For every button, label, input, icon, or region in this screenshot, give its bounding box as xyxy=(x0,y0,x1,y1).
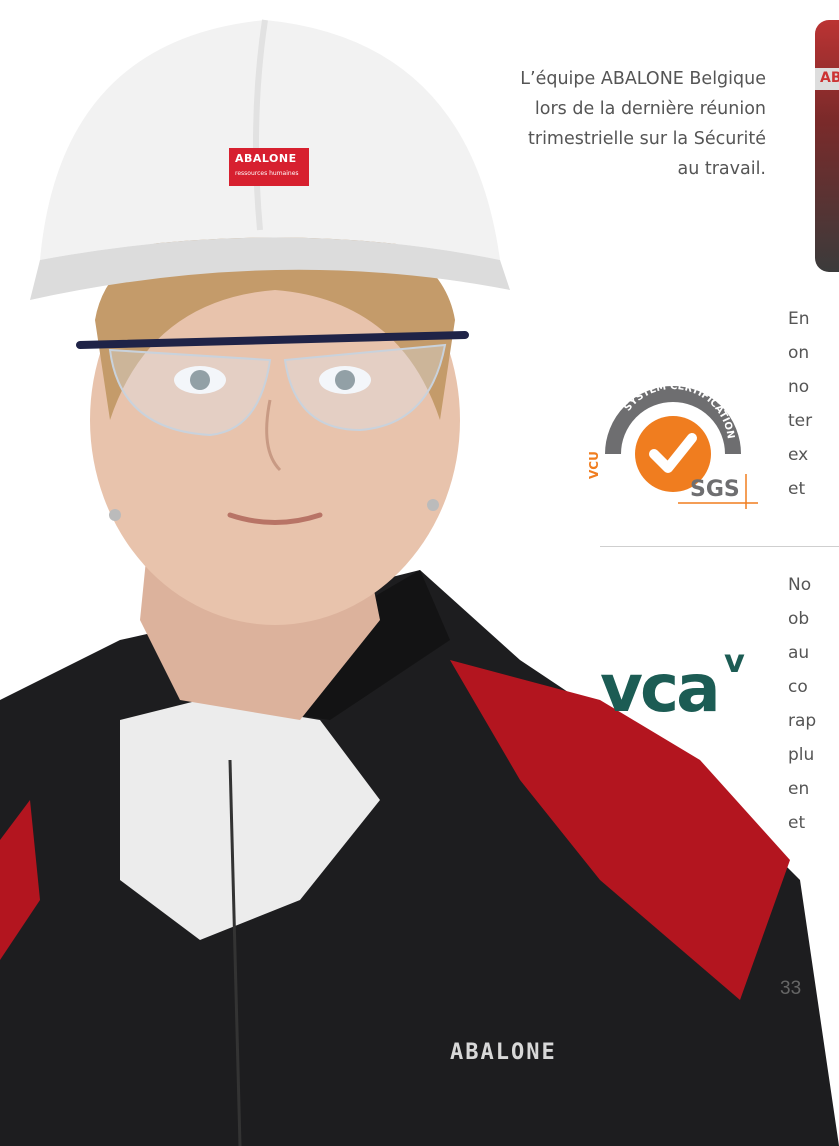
sgs-certification-logo: SYSTEM CERTIFICATION VCU SGS xyxy=(588,381,758,509)
caption-line: L’équipe ABALONE Belgique xyxy=(520,69,766,89)
sgs-brand-text: SGS xyxy=(690,477,740,502)
caption-line: au travail. xyxy=(677,159,766,179)
paragraph-line: ob xyxy=(788,609,810,629)
page-number: 33 xyxy=(780,978,802,999)
paragraph-line: no xyxy=(788,377,810,397)
paragraph-line: co xyxy=(788,677,808,697)
caption-line: lors de la dernière réunion xyxy=(534,99,766,119)
photo-caption: L’équipe ABALONE Belgique lors de la der… xyxy=(400,64,766,184)
paragraph-line: ex xyxy=(788,445,809,465)
paragraph-2: No ob au co rap plu en et xyxy=(788,568,816,840)
paragraph-line: en xyxy=(788,779,810,799)
helmet-logo-text: ABALONE xyxy=(235,152,297,165)
paragraph-line: et xyxy=(788,479,806,499)
caption-line: trimestrielle sur la Sécurité xyxy=(528,129,766,149)
helmet-logo: ABALONE ressources humaines xyxy=(229,148,309,186)
jacket-logo: ABALONE xyxy=(450,1040,557,1065)
paragraph-line: No xyxy=(788,575,812,595)
vca-logo-text: vca xyxy=(600,650,721,727)
paragraph-line: rap xyxy=(788,711,817,731)
paragraph-line: et xyxy=(788,813,806,833)
paragraph-line: au xyxy=(788,643,810,663)
paragraph-line: ter xyxy=(788,411,813,431)
vca-logo: vca v xyxy=(600,642,745,727)
sgs-side-text: VCU xyxy=(588,451,601,479)
paragraph-1: En on no ter ex et xyxy=(788,302,812,506)
helmet-logo-sub: ressources humaines xyxy=(235,170,299,177)
paragraph-line: on xyxy=(788,343,810,363)
section-divider xyxy=(600,546,839,547)
paragraph-line: En xyxy=(788,309,810,329)
thumb-logo-text: ABA xyxy=(820,70,839,86)
vca-check-icon: v xyxy=(724,642,745,680)
paragraph-line: plu xyxy=(788,745,815,765)
team-photo-thumbnail: ABA xyxy=(815,20,839,272)
